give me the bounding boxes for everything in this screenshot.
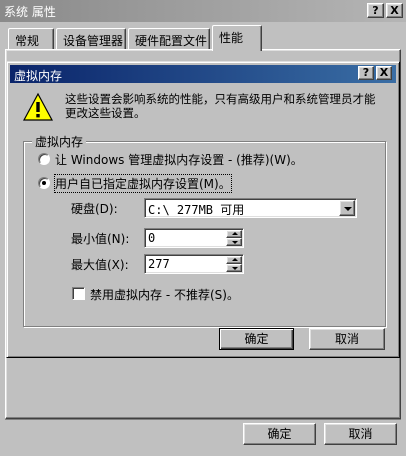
panel-divider <box>5 419 401 420</box>
disk-label: 硬盘(D): <box>71 202 118 216</box>
disable-virtual-memory-checkbox[interactable] <box>72 287 85 300</box>
spin-down-icon[interactable] <box>226 264 242 272</box>
min-label: 最小值(N): <box>71 232 130 246</box>
radio-user-specified[interactable] <box>38 177 50 189</box>
outer-help-button[interactable]: ? <box>367 3 384 18</box>
max-value: 277 <box>148 257 170 271</box>
outer-title-bar: 系统 属性 ? X <box>0 0 406 22</box>
outer-cancel-button[interactable]: 取消 <box>324 423 397 445</box>
max-label: 最大值(X): <box>71 258 129 272</box>
warning-icon <box>22 92 54 122</box>
dialog-ok-button[interactable]: 确定 <box>219 328 294 350</box>
tab-general[interactable]: 常规 <box>8 28 54 50</box>
virtual-memory-dialog: 虚拟内存 ? X 这些设置会影响系统的性能，只有高级用户和系统管理员才能 更改这… <box>6 61 400 358</box>
outer-ok-button[interactable]: 确定 <box>243 423 316 445</box>
tab-hardware-profiles[interactable]: 硬件配置文件 <box>128 28 210 50</box>
chevron-down-icon[interactable] <box>339 200 355 216</box>
max-size-stepper[interactable]: 277 <box>144 254 244 274</box>
disk-dropdown[interactable]: C:\ 277MB 可用 <box>144 198 357 218</box>
group-label: 虚拟内存 <box>32 133 87 150</box>
dialog-help-button[interactable]: ? <box>358 66 374 80</box>
dialog-title: 虚拟内存 <box>14 69 63 83</box>
radio-user-specified-label[interactable]: 用户自已指定虚拟内存设置(M)。 <box>54 174 232 193</box>
spin-down-icon[interactable] <box>226 238 242 246</box>
min-value: 0 <box>148 231 156 245</box>
min-size-stepper[interactable]: 0 <box>144 228 244 248</box>
disable-virtual-memory-label[interactable]: 禁用虚拟内存 - 不推荐(S)。 <box>90 286 239 303</box>
spin-up-icon[interactable] <box>226 230 242 238</box>
outer-close-button[interactable]: X <box>386 3 403 18</box>
radio-windows-managed[interactable] <box>38 153 50 165</box>
radio-windows-managed-label[interactable]: 让 Windows 管理虚拟内存设置 - (推荐)(W)。 <box>55 151 303 168</box>
warning-message: 这些设置会影响系统的性能，只有高级用户和系统管理员才能 更改这些设置。 <box>65 92 376 120</box>
disk-value: C:\ 277MB 可用 <box>148 203 245 217</box>
outer-window-title: 系统 属性 <box>4 5 56 19</box>
dialog-cancel-button[interactable]: 取消 <box>309 328 385 350</box>
radio-selected-dot <box>42 181 46 185</box>
tab-performance[interactable]: 性能 <box>212 25 262 51</box>
dialog-close-button[interactable]: X <box>376 66 392 80</box>
dialog-title-bar: 虚拟内存 ? X <box>10 65 396 83</box>
tab-device-manager[interactable]: 设备管理器 <box>56 28 126 50</box>
spin-up-icon[interactable] <box>226 256 242 264</box>
